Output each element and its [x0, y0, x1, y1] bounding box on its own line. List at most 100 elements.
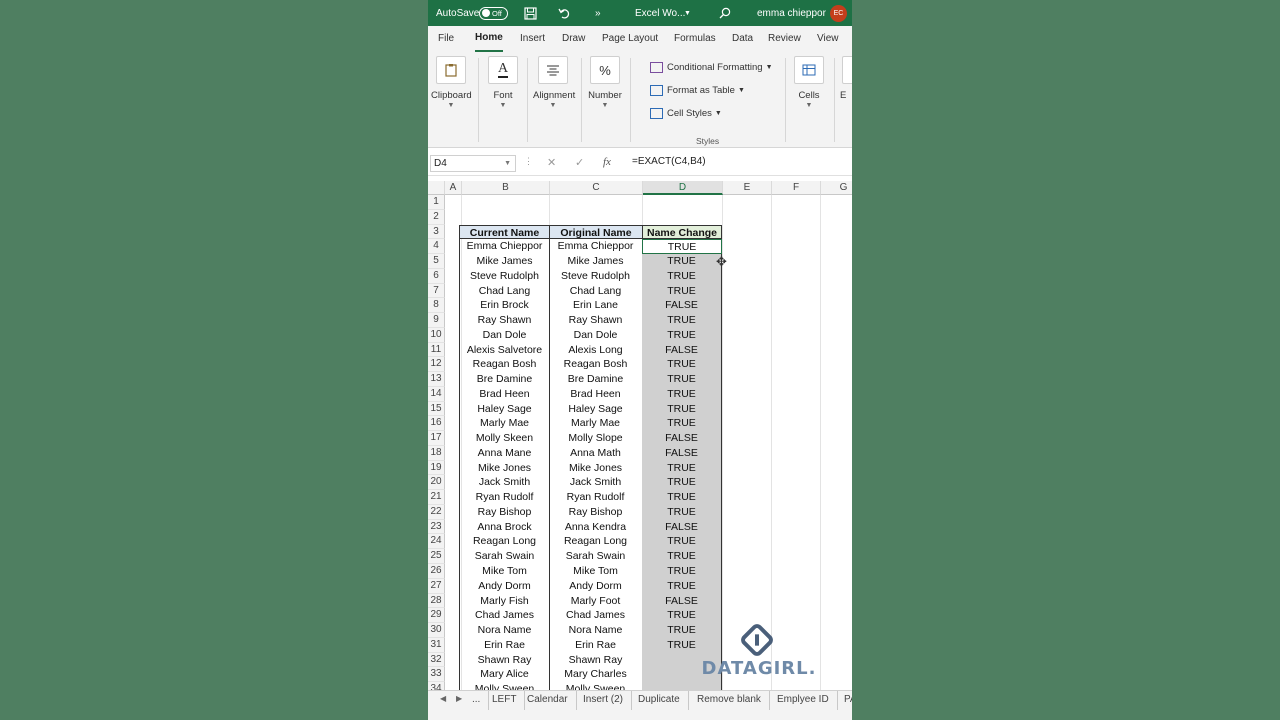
- cell-original-name[interactable]: Dan Dole: [549, 327, 643, 343]
- row-header[interactable]: 19: [428, 460, 445, 476]
- tab-review[interactable]: Review: [768, 26, 801, 52]
- row-header[interactable]: 22: [428, 504, 445, 520]
- cell-current-name[interactable]: Haley Sage: [459, 401, 550, 417]
- cell-original-name[interactable]: Erin Rae: [549, 637, 643, 653]
- column-header-e[interactable]: E: [723, 181, 772, 195]
- cell-original-name[interactable]: Erin Lane: [549, 298, 643, 314]
- cell-name-change[interactable]: FALSE: [642, 593, 722, 609]
- cell-name-change[interactable]: TRUE: [642, 416, 722, 432]
- sheet-tab-employee-id[interactable]: Emplyee ID: [769, 691, 838, 711]
- chevron-down-icon[interactable]: ▼: [684, 0, 691, 26]
- tab-page-layout[interactable]: Page Layout: [602, 26, 658, 52]
- row-header[interactable]: 6: [428, 268, 445, 284]
- tab-data[interactable]: Data: [732, 26, 753, 52]
- avatar[interactable]: EC: [830, 4, 847, 22]
- row-header[interactable]: 14: [428, 386, 445, 402]
- sheet-tab-insert-2[interactable]: Insert (2): [575, 691, 633, 711]
- cell-original-name[interactable]: Mike Jones: [549, 460, 643, 476]
- column-header-d[interactable]: D: [643, 181, 723, 195]
- cell-name-change[interactable]: TRUE: [642, 490, 722, 505]
- enter-icon[interactable]: ✓: [575, 156, 584, 169]
- cell-current-name[interactable]: Shawn Ray: [459, 652, 550, 668]
- cell-name-change[interactable]: TRUE: [642, 313, 722, 328]
- cell-current-name[interactable]: Reagan Long: [459, 534, 550, 550]
- column-header-g[interactable]: G: [821, 181, 852, 195]
- cell-name-change[interactable]: TRUE: [642, 372, 722, 387]
- column-header-f[interactable]: F: [772, 181, 821, 195]
- cell-original-name[interactable]: Marly Mae: [549, 416, 643, 432]
- row-header[interactable]: 18: [428, 445, 445, 461]
- scroll-right-icon[interactable]: ▶: [456, 694, 462, 703]
- row-header[interactable]: 9: [428, 313, 445, 328]
- cell-name-change[interactable]: TRUE: [642, 254, 722, 269]
- cell-current-name[interactable]: Anna Mane: [459, 445, 550, 461]
- scroll-left-icon[interactable]: ◀: [440, 694, 446, 703]
- select-all-corner[interactable]: [428, 181, 445, 195]
- cell-original-name[interactable]: Ryan Rudolf: [549, 490, 643, 505]
- cell-original-name[interactable]: Jack Smith: [549, 475, 643, 491]
- cell-name-change[interactable]: FALSE: [642, 519, 722, 535]
- cell-original-name[interactable]: Chad James: [549, 608, 643, 624]
- name-box[interactable]: D4 ▼: [430, 155, 516, 172]
- row-header[interactable]: 30: [428, 623, 445, 638]
- undo-icon[interactable]: [558, 0, 571, 26]
- cell-original-name[interactable]: Mike James: [549, 254, 643, 269]
- sheet-tab-duplicate[interactable]: Duplicate: [630, 691, 689, 711]
- tab-draw[interactable]: Draw: [562, 26, 585, 52]
- cell-current-name[interactable]: Mike James: [459, 254, 550, 269]
- tab-file[interactable]: File: [438, 26, 454, 52]
- cell-current-name[interactable]: Molly Skeen: [459, 431, 550, 446]
- autosave-toggle[interactable]: Off: [479, 0, 508, 26]
- cell-current-name[interactable]: Mike Tom: [459, 564, 550, 579]
- cell-current-name[interactable]: Steve Rudolph: [459, 268, 550, 284]
- row-header[interactable]: 21: [428, 490, 445, 505]
- cell-original-name[interactable]: Mary Charles: [549, 667, 643, 683]
- cell-name-change[interactable]: FALSE: [642, 298, 722, 314]
- tab-home[interactable]: Home: [475, 26, 503, 52]
- number-group[interactable]: % Number ▼: [585, 56, 625, 109]
- search-icon[interactable]: [719, 0, 731, 26]
- row-header[interactable]: 31: [428, 637, 445, 653]
- row-header[interactable]: 26: [428, 564, 445, 579]
- cell-current-name[interactable]: Jack Smith: [459, 475, 550, 491]
- cell-original-name[interactable]: Chad Lang: [549, 283, 643, 299]
- formula-input[interactable]: =EXACT(C4,B4): [632, 156, 706, 167]
- row-header[interactable]: 8: [428, 298, 445, 314]
- sheet-tab-calendar[interactable]: Calendar: [519, 691, 577, 711]
- cell-name-change[interactable]: TRUE: [642, 564, 722, 579]
- cell-name-change[interactable]: TRUE: [642, 578, 722, 594]
- cell-name-change[interactable]: FALSE: [642, 431, 722, 446]
- tab-insert[interactable]: Insert: [520, 26, 545, 52]
- cell-current-name[interactable]: Sarah Swain: [459, 549, 550, 564]
- cell-original-name[interactable]: Anna Kendra: [549, 519, 643, 535]
- row-header[interactable]: 27: [428, 578, 445, 594]
- row-header[interactable]: 12: [428, 357, 445, 373]
- cell-original-name[interactable]: Steve Rudolph: [549, 268, 643, 284]
- cell-name-change[interactable]: TRUE: [642, 386, 722, 402]
- cell-current-name[interactable]: Bre Damine: [459, 372, 550, 387]
- format-as-table-button[interactable]: Format as Table ▼: [650, 85, 745, 96]
- cell-current-name[interactable]: Andy Dorm: [459, 578, 550, 594]
- row-header[interactable]: 3: [428, 224, 445, 240]
- cell-original-name[interactable]: Emma Chieppor: [549, 239, 643, 255]
- cell-current-name[interactable]: Mike Jones: [459, 460, 550, 476]
- tab-formulas[interactable]: Formulas: [674, 26, 716, 52]
- clipboard-group[interactable]: Clipboard ▼: [431, 56, 472, 109]
- cell-name-change[interactable]: FALSE: [642, 445, 722, 461]
- file-name[interactable]: Excel Wo...: [635, 0, 685, 26]
- row-header[interactable]: 2: [428, 209, 445, 225]
- cell-name-change[interactable]: TRUE: [642, 504, 722, 520]
- cell-current-name[interactable]: Brad Heen: [459, 386, 550, 402]
- cell-styles-button[interactable]: Cell Styles ▼: [650, 108, 722, 119]
- row-header[interactable]: 16: [428, 416, 445, 432]
- column-header-a[interactable]: A: [445, 181, 462, 195]
- more-options-icon[interactable]: ⋮: [524, 156, 533, 167]
- cell-current-name[interactable]: Ryan Rudolf: [459, 490, 550, 505]
- cell-current-name[interactable]: Ray Shawn: [459, 313, 550, 328]
- row-header[interactable]: 13: [428, 372, 445, 387]
- conditional-formatting-button[interactable]: Conditional Formatting ▼: [650, 62, 773, 73]
- cell-original-name[interactable]: Bre Damine: [549, 372, 643, 387]
- cell-name-change[interactable]: TRUE: [642, 608, 722, 624]
- cell-current-name[interactable]: Dan Dole: [459, 327, 550, 343]
- cell-current-name[interactable]: Reagan Bosh: [459, 357, 550, 373]
